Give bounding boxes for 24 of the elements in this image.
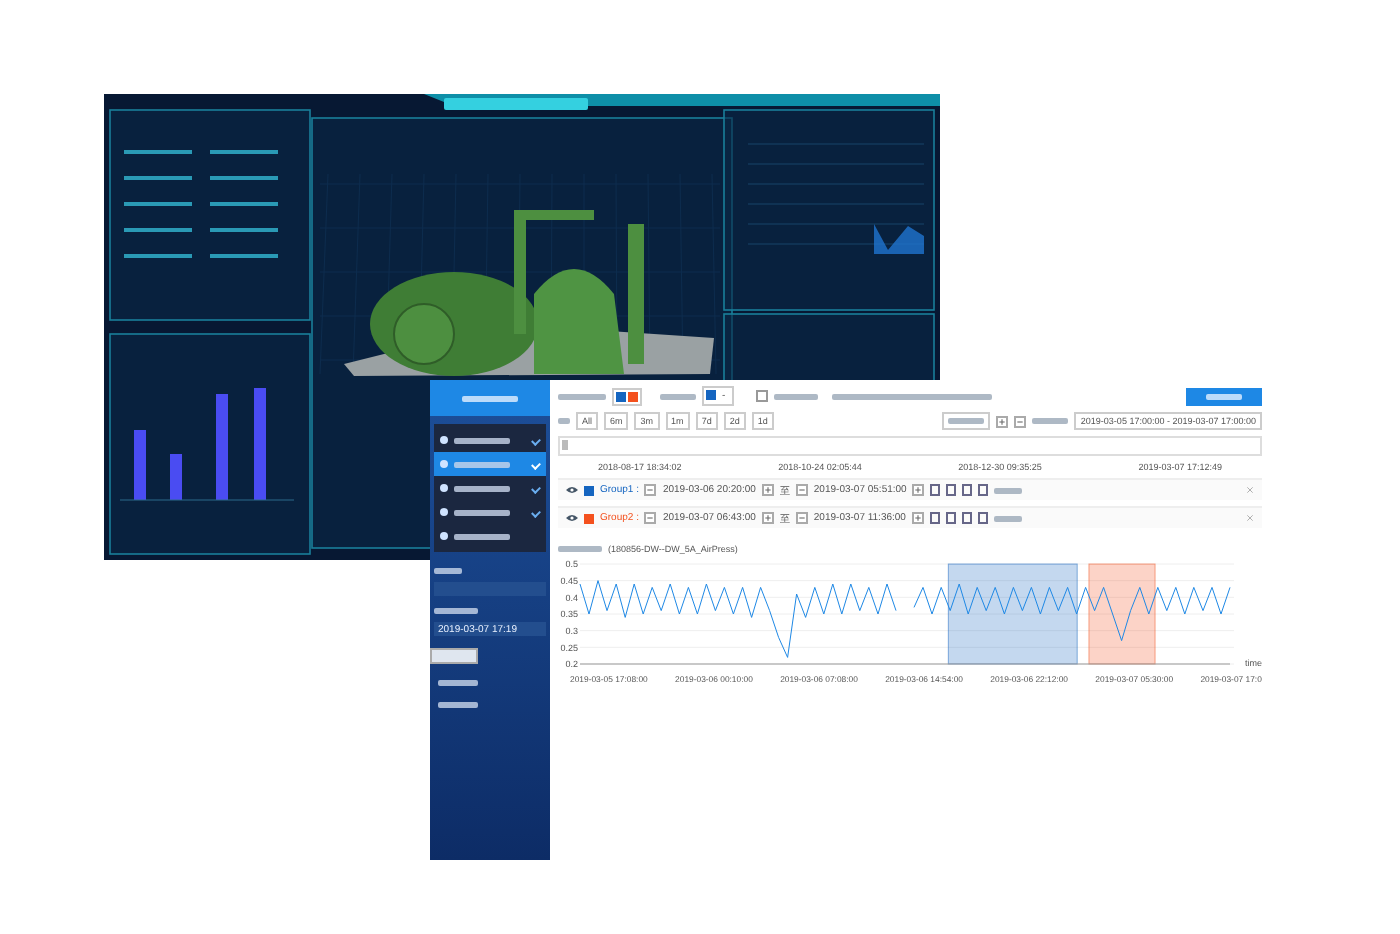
plus-button[interactable] — [911, 512, 924, 524]
plus-button[interactable] — [996, 415, 1009, 427]
eye-icon[interactable] — [566, 514, 578, 522]
back-to-list-button[interactable] — [430, 380, 550, 416]
navigator-handle[interactable] — [562, 440, 568, 450]
close-icon[interactable] — [1246, 486, 1254, 494]
color-swatch[interactable] — [628, 391, 638, 401]
eye-icon[interactable] — [566, 486, 578, 494]
plus-button[interactable] — [912, 484, 925, 496]
mode-button[interactable] — [1186, 387, 1262, 405]
interval-checkbox[interactable] — [755, 390, 768, 402]
minus-button[interactable] — [795, 484, 808, 496]
save-button[interactable] — [430, 648, 478, 664]
minus-button[interactable] — [644, 512, 657, 524]
minus-button[interactable] — [795, 512, 808, 524]
selected-interval[interactable] — [947, 563, 1078, 665]
minus-button[interactable] — [1014, 415, 1027, 427]
plus-button[interactable] — [761, 512, 774, 524]
plus-button[interactable] — [761, 484, 774, 496]
close-icon[interactable] — [1246, 514, 1254, 522]
selected-interval[interactable] — [1088, 563, 1156, 665]
sampling-select[interactable] — [942, 412, 991, 430]
color-swatch[interactable] — [616, 391, 626, 401]
minus-button[interactable] — [644, 484, 657, 496]
